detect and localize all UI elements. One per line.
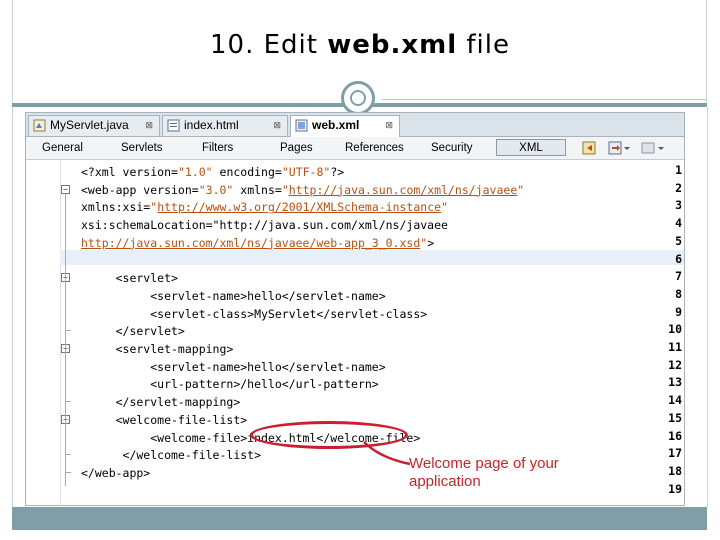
title-suffix: file (457, 30, 511, 60)
circle-ornament-icon (341, 81, 375, 115)
close-icon[interactable]: ⊠ (273, 116, 281, 135)
tab-general[interactable]: General (42, 140, 83, 156)
tab-label: index.html (184, 118, 239, 132)
code-line[interactable]: <servlet-name>hello</servlet-name> (81, 287, 385, 305)
line-number: 10 (668, 322, 682, 337)
line-number: 14 (668, 393, 682, 408)
annotation-text: Welcome page of your application (409, 455, 599, 491)
tab-label: web.xml (312, 118, 360, 132)
code-line[interactable]: </web-app> (81, 464, 150, 482)
code-line[interactable]: <servlet-mapping> (81, 340, 234, 358)
current-line-highlight (60, 250, 684, 265)
code-line[interactable]: <servlet-class>MyServlet</servlet-class> (81, 305, 427, 323)
html-file-icon (167, 119, 180, 132)
code-line[interactable]: <?xml version="1.0" encoding="UTF-8"?> (81, 163, 344, 181)
code-line[interactable]: <servlet-name>hello</servlet-name> (81, 358, 385, 376)
tab-filters[interactable]: Filters (202, 140, 233, 156)
title-prefix: 10. Edit (209, 30, 328, 60)
line-number: 18 (668, 463, 682, 478)
back-icon[interactable] (582, 140, 598, 156)
title-filename: web.xml (327, 30, 458, 60)
fold-toggle-icon[interactable]: − (61, 184, 70, 194)
line-number: 2 (675, 180, 682, 195)
code-line[interactable]: xsi:schemaLocation="http://java.sun.com/… (81, 216, 448, 234)
code-line[interactable]: http://java.sun.com/xml/ns/javaee/web-ap… (81, 234, 434, 252)
line-number-gutter (26, 160, 61, 505)
header-rule (382, 99, 707, 100)
line-number: 16 (668, 428, 682, 443)
editor-tab-bar: MyServlet.java ⊠ index.html ⊠ web.xml ⊠ (26, 113, 684, 137)
xml-file-icon (295, 119, 308, 132)
view-toolbar: General Servlets Filters Pages Reference… (26, 137, 684, 160)
close-icon[interactable]: ⊠ (145, 116, 153, 135)
line-number: 5 (675, 233, 682, 248)
line-number: 13 (668, 375, 682, 390)
line-number: 8 (675, 286, 682, 301)
tab-pages[interactable]: Pages (280, 140, 313, 156)
code-line[interactable]: </servlet-mapping> (81, 393, 241, 411)
code-line[interactable]: <web-app version="3.0" xmlns="http://jav… (81, 181, 524, 199)
slide-title: 10. Edit web.xml file (0, 30, 720, 60)
line-number: 7 (675, 269, 682, 284)
footer-band (12, 507, 707, 530)
close-icon[interactable]: ⊠ (385, 116, 393, 135)
tab-xml[interactable]: XML (496, 139, 566, 156)
line-number: 17 (668, 446, 682, 461)
slide-margin-left (12, 107, 26, 507)
code-line[interactable]: <servlet> (81, 269, 178, 287)
line-number: 15 (668, 410, 682, 425)
line-number: 3 (675, 198, 682, 213)
tab-servlets[interactable]: Servlets (121, 140, 163, 156)
code-line[interactable]: <welcome-file-list> (81, 411, 248, 429)
line-number: 12 (668, 357, 682, 372)
code-line[interactable]: <url-pattern>/hello</url-pattern> (81, 375, 378, 393)
line-number: 9 (675, 304, 682, 319)
line-number: 6 (675, 251, 682, 266)
tab-references[interactable]: References (345, 140, 404, 156)
tab-web-xml[interactable]: web.xml ⊠ (290, 115, 400, 137)
slide-margin-right (685, 107, 708, 507)
tab-label: MyServlet.java (50, 118, 129, 132)
java-file-icon (33, 119, 46, 132)
line-number: 1 (675, 163, 682, 177)
line-number: 19 (668, 481, 682, 496)
line-number: 4 (675, 216, 682, 231)
tab-myservlet-java[interactable]: MyServlet.java ⊠ (28, 115, 160, 136)
code-line[interactable]: xmlns:xsi="http://www.w3.org/2001/XMLSch… (81, 198, 448, 216)
tab-index-html[interactable]: index.html ⊠ (162, 115, 288, 136)
code-line[interactable]: </servlet> (81, 322, 185, 340)
line-number: 11 (668, 340, 682, 354)
fold-guide-line (65, 193, 66, 486)
annotation-line-1: Welcome page of your (409, 455, 559, 472)
annotation-line-2: application (409, 473, 481, 490)
navigate-icon[interactable] (638, 140, 668, 156)
tab-security[interactable]: Security (431, 140, 473, 156)
forward-icon[interactable] (608, 140, 632, 156)
code-line[interactable]: </welcome-file-list> (81, 446, 261, 464)
